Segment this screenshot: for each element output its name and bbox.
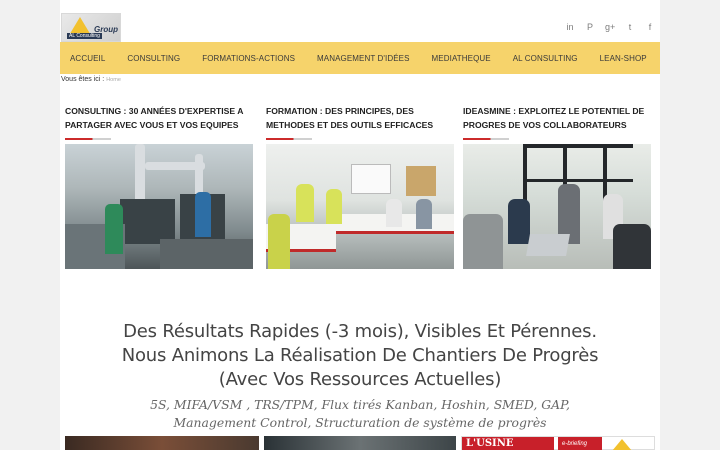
- nav-item-management-idees[interactable]: MANAGEMENT D'IDÉES: [317, 54, 410, 63]
- linkedin-icon[interactable]: in: [565, 21, 575, 33]
- press-banner[interactable]: L'USINE e-briefing: [461, 436, 655, 450]
- nav-item-formations-actions[interactable]: FORMATIONS-ACTIONS: [202, 54, 295, 63]
- nav-item-mediatheque[interactable]: MEDIATHEQUE: [432, 54, 491, 63]
- twitter-icon[interactable]: t: [625, 21, 635, 33]
- press-logo: L'USINE: [462, 437, 554, 450]
- feature-ideasmine: IDEASMINE : EXPLOITEZ LE POTENTIEL DE PR…: [463, 104, 651, 269]
- classroom-photo[interactable]: [266, 144, 454, 269]
- tagline-line-2: Nous Animons La Réalisation De Chantiers…: [121, 345, 599, 366]
- meeting-photo[interactable]: [463, 144, 651, 269]
- feature-title[interactable]: CONSULTING : 30 ANNÉES D'EXPERTISE A PAR…: [65, 104, 253, 132]
- breadcrumb-home-link[interactable]: Home: [106, 77, 121, 83]
- bottom-image-1[interactable]: [65, 436, 259, 450]
- nav-item-al-consulting[interactable]: AL CONSULTING: [513, 54, 578, 63]
- site-logo[interactable]: Group AL Consulting: [61, 13, 121, 42]
- tagline: Des Résultats Rapides (-3 mois), Visible…: [60, 320, 660, 392]
- nav-item-lean-shop[interactable]: LEAN-SHOP: [600, 54, 647, 63]
- keywords-line-2: Management Control, Structuration de sys…: [173, 415, 547, 430]
- logo-sub-text: AL Consulting: [67, 33, 102, 39]
- facebook-icon[interactable]: f: [645, 21, 655, 33]
- breadcrumb-label: Vous êtes ici :: [61, 76, 105, 83]
- google-plus-icon[interactable]: g+: [605, 21, 615, 33]
- title-underline: [463, 138, 509, 140]
- feature-consulting: CONSULTING : 30 ANNÉES D'EXPERTISE A PAR…: [65, 104, 253, 269]
- briefing-label: e-briefing: [558, 437, 602, 450]
- breadcrumb: Vous êtes ici : Home: [61, 76, 121, 83]
- title-underline: [65, 138, 111, 140]
- nav-item-accueil[interactable]: ACCUEIL: [70, 54, 105, 63]
- main-nav: ACCUEIL CONSULTING FORMATIONS-ACTIONS MA…: [60, 42, 660, 74]
- title-underline: [266, 138, 312, 140]
- tagline-line-1: Des Résultats Rapides (-3 mois), Visible…: [123, 321, 597, 342]
- nav-item-consulting[interactable]: CONSULTING: [127, 54, 180, 63]
- factory-photo[interactable]: [65, 144, 253, 269]
- bottom-image-2[interactable]: [264, 436, 456, 450]
- logo-triangle-icon: [612, 439, 632, 450]
- social-links: in P g+ t f: [565, 21, 655, 33]
- pinterest-icon[interactable]: P: [585, 21, 595, 33]
- keywords-line-1: 5S, MIFA/VSM , TRS/TPM, Flux tirés Kanba…: [150, 397, 570, 412]
- feature-title[interactable]: IDEASMINE : EXPLOITEZ LE POTENTIEL DE PR…: [463, 104, 651, 132]
- keywords: 5S, MIFA/VSM , TRS/TPM, Flux tirés Kanba…: [60, 396, 660, 432]
- feature-title[interactable]: FORMATION : DES PRINCIPES, DES METHODES …: [266, 104, 454, 132]
- tagline-line-3: (Avec Vos Ressources Actuelles): [218, 369, 502, 390]
- feature-formation: FORMATION : DES PRINCIPES, DES METHODES …: [266, 104, 454, 269]
